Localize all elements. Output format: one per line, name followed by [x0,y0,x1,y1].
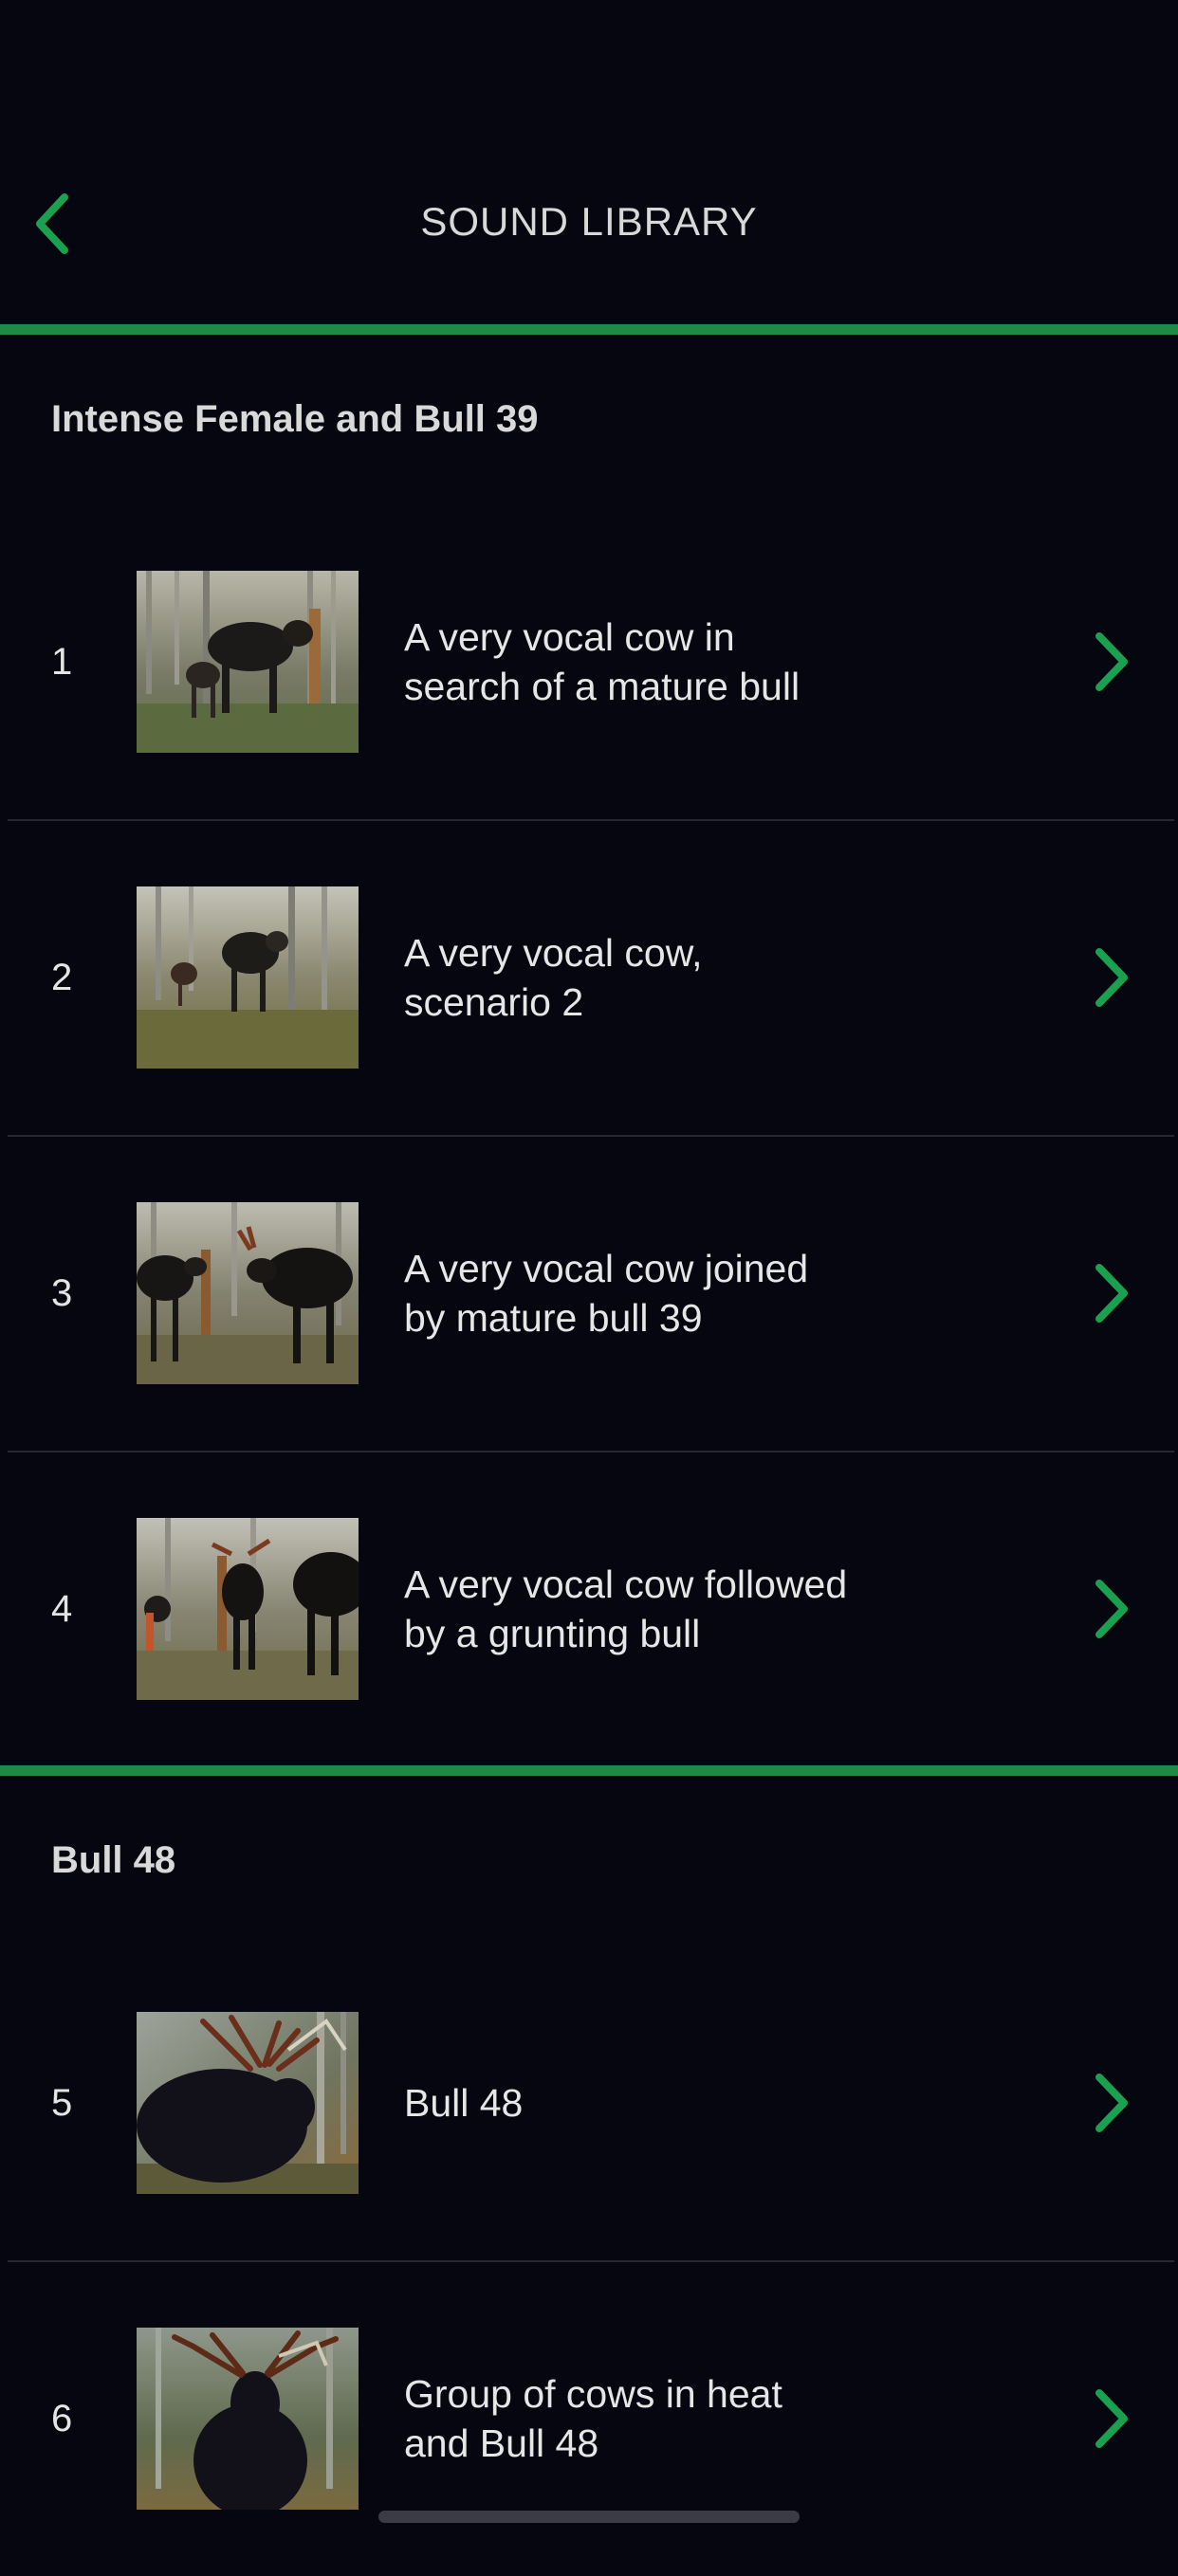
sound-row-4[interactable]: 4 A very vocal cow followed by a gruntin… [0,1452,1178,1766]
moose-cow-bull-photo [137,1202,359,1384]
moose-cow-forest-photo [137,886,359,1069]
moose-cow-calf-photo [137,571,359,753]
section-title: Bull 48 [51,1839,176,1881]
app-header: SOUND LIBRARY [0,0,1178,324]
row-number: 4 [51,1587,73,1630]
row-number: 6 [51,2397,73,2439]
chevron-right-icon[interactable] [1083,1452,1140,1766]
row-number: 5 [51,2081,73,2124]
section-divider [0,1765,1178,1776]
chevron-right-icon[interactable] [1083,504,1140,819]
bull-moose-antlers-photo [137,2012,359,2194]
home-indicator[interactable] [378,2511,800,2523]
row-number: 2 [51,956,73,998]
sound-row-2[interactable]: 2 A very vocal cow, scenario 2 [0,820,1178,1135]
row-number: 1 [51,640,73,683]
bull-moose-front-photo [137,2328,359,2510]
sound-row-5[interactable]: 5 Bull 48 [0,1946,1178,2260]
sound-title: A very vocal cow joined by mature bull 3… [404,1247,809,1340]
chevron-right-icon[interactable] [1083,1946,1140,2260]
sound-title: A very vocal cow followed by a grunting … [404,1562,848,1655]
chevron-right-icon[interactable] [1083,1136,1140,1451]
sound-row-6[interactable]: 6 Group of cows in heat and Bull 48 [0,2261,1178,2576]
moose-group-photo [137,1518,359,1700]
sound-row-3[interactable]: 3 A very vocal cow joined by mature bull… [0,1136,1178,1451]
sound-row-1[interactable]: 1 A very vocal cow in search of a mature… [0,504,1178,819]
sound-title: Group of cows in heat and Bull 48 [404,2372,782,2465]
page-title: SOUND LIBRARY [420,199,758,244]
row-number: 3 [51,1271,73,1314]
chevron-right-icon[interactable] [1083,820,1140,1135]
sound-title: A very vocal cow in search of a mature b… [404,615,801,708]
section-title: Intense Female and Bull 39 [51,398,539,440]
section-divider [0,324,1178,335]
sound-title: Bull 48 [404,2081,524,2125]
chevron-right-icon[interactable] [1083,2261,1140,2576]
sound-title: A very vocal cow, scenario 2 [404,931,703,1024]
